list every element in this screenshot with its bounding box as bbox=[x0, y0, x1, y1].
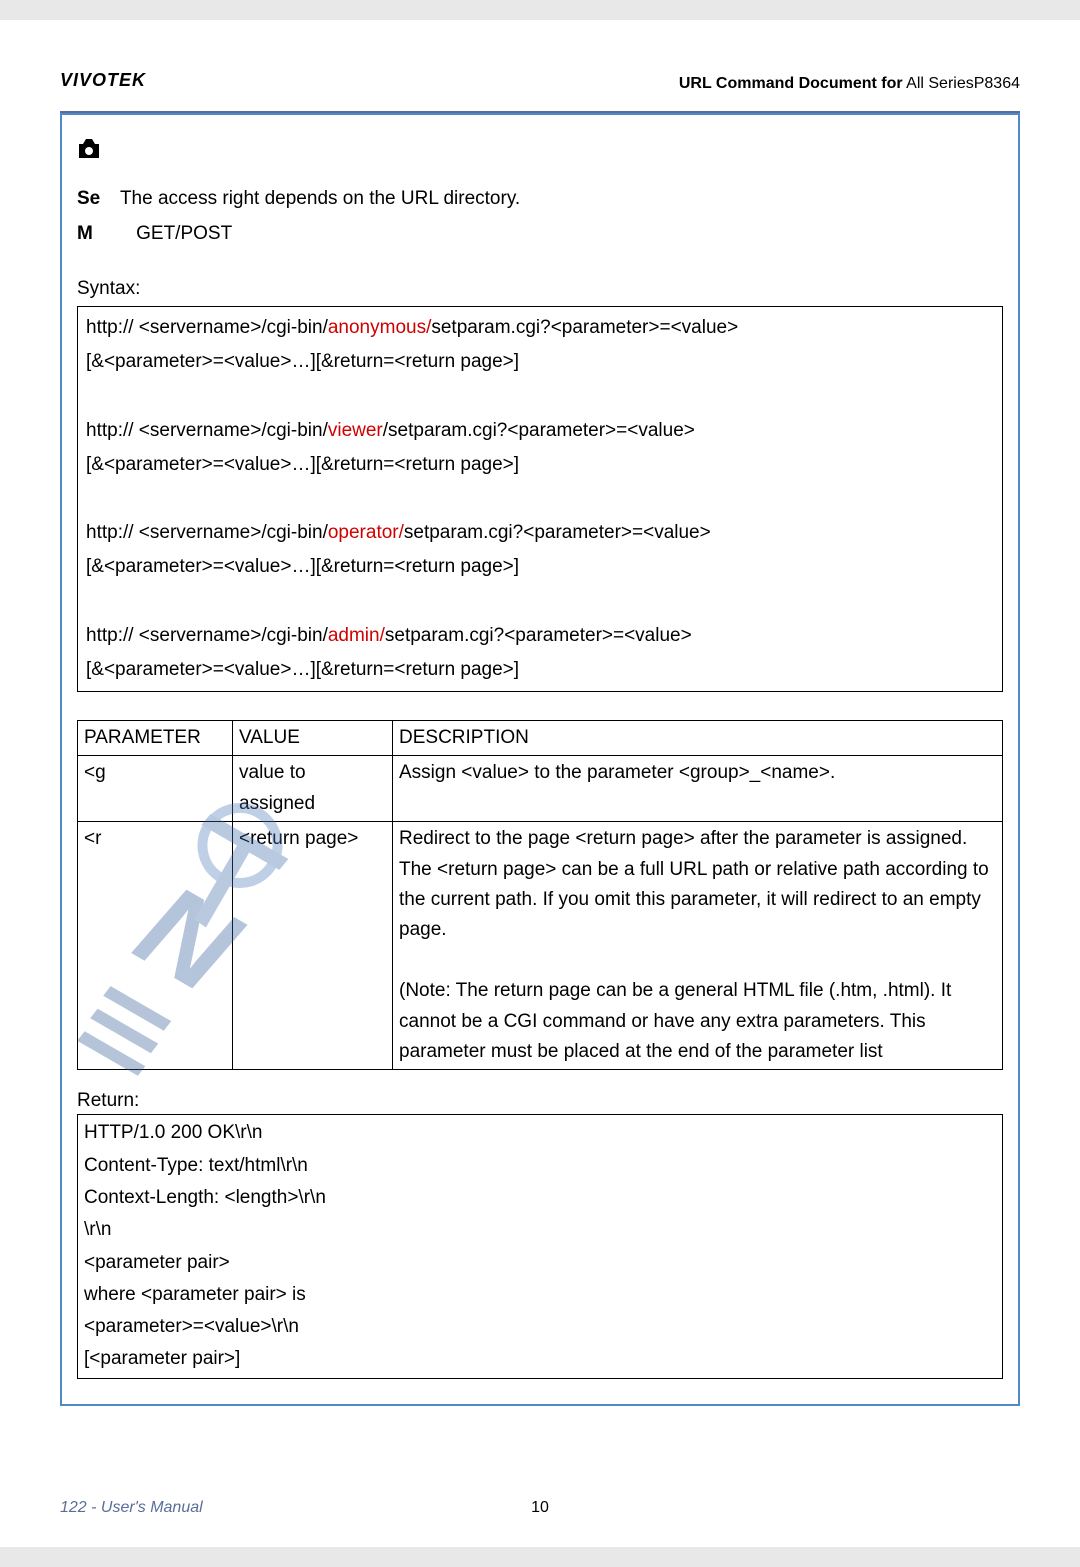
table-row: <r <return page> Redirect to the page <r… bbox=[78, 822, 1003, 1070]
parameter-table: PARAMETER VALUE DESCRIPTION <g value to … bbox=[77, 720, 1003, 1070]
syntax-tail: [&<parameter>=<value>…][&return=<return … bbox=[86, 556, 519, 577]
table-row: <g value to assigned Assign <value> to t… bbox=[78, 756, 1003, 822]
cell-value: <return page> bbox=[233, 822, 393, 1070]
syntax-text: http:// <servername>/cgi-bin/ bbox=[86, 317, 328, 338]
role-operator: operator/ bbox=[328, 522, 404, 543]
syntax-text: setparam.cgi?<parameter>=<value> bbox=[385, 625, 692, 646]
header-prefix: URL Command Document for bbox=[679, 75, 903, 92]
syntax-text: http:// <servername>/cgi-bin/ bbox=[86, 522, 328, 543]
syntax-line: http:// <servername>/cgi-bin/operator/se… bbox=[86, 516, 994, 584]
page-footer: 122 - User's Manual 10 bbox=[60, 1499, 1020, 1517]
return-label: Return: bbox=[77, 1090, 1003, 1112]
cell-param: <g bbox=[78, 756, 233, 822]
cell-desc: Assign <value> to the parameter <group>_… bbox=[393, 756, 1003, 822]
footer-page-num: 10 bbox=[60, 1499, 1020, 1517]
table-header-row: PARAMETER VALUE DESCRIPTION bbox=[78, 721, 1003, 756]
header-series: All SeriesP8364 bbox=[903, 75, 1020, 92]
col-parameter: PARAMETER bbox=[78, 721, 233, 756]
method-line: M GET/POST bbox=[77, 220, 1003, 249]
col-description: DESCRIPTION bbox=[393, 721, 1003, 756]
return-line: <parameter>=<value>\r\n bbox=[84, 1311, 996, 1343]
return-line: where <parameter pair> is bbox=[84, 1279, 996, 1311]
return-line: <parameter pair> bbox=[84, 1247, 996, 1279]
cell-desc: Redirect to the page <return page> after… bbox=[393, 822, 1003, 1070]
return-line: Content-Type: text/html\r\n bbox=[84, 1150, 996, 1182]
syntax-tail: [&<parameter>=<value>…][&return=<return … bbox=[86, 454, 519, 475]
cell-value: value to assigned bbox=[233, 756, 393, 822]
syntax-line: http:// <servername>/cgi-bin/viewer/setp… bbox=[86, 414, 994, 482]
return-line: \r\n bbox=[84, 1214, 996, 1246]
security-note-line: Se The access right depends on the URL d… bbox=[77, 185, 1003, 214]
syntax-label: Syntax: bbox=[77, 278, 1003, 300]
method-value: GET/POST bbox=[136, 223, 232, 244]
syntax-text: setparam.cgi?<parameter>=<value> bbox=[404, 522, 711, 543]
document-page: VIVOTEK URL Command Document for All Ser… bbox=[0, 20, 1080, 1547]
header-subtitle: URL Command Document for All SeriesP8364 bbox=[60, 75, 1020, 93]
return-line: HTTP/1.0 200 OK\r\n bbox=[84, 1117, 996, 1149]
return-line: Context-Length: <length>\r\n bbox=[84, 1182, 996, 1214]
role-anonymous: anonymous/ bbox=[328, 317, 432, 338]
syntax-text: /setparam.cgi?<parameter>=<value> bbox=[383, 420, 695, 441]
syntax-tail: [&<parameter>=<value>…][&return=<return … bbox=[86, 351, 519, 372]
syntax-tail: [&<parameter>=<value>…][&return=<return … bbox=[86, 659, 519, 680]
return-line: [<parameter pair>] bbox=[84, 1343, 996, 1375]
syntax-line: http:// <servername>/cgi-bin/anonymous/s… bbox=[86, 311, 994, 379]
bullet-icon: Se bbox=[77, 185, 115, 214]
syntax-text: setparam.cgi?<parameter>=<value> bbox=[431, 317, 738, 338]
cell-param: <r bbox=[78, 822, 233, 1070]
role-admin: admin/ bbox=[328, 625, 385, 646]
col-value: VALUE bbox=[233, 721, 393, 756]
bullet-icon: M bbox=[77, 220, 115, 249]
return-box: HTTP/1.0 200 OK\r\n Content-Type: text/h… bbox=[77, 1114, 1003, 1378]
security-note: The access right depends on the URL dire… bbox=[120, 188, 520, 209]
content-frame: Se The access right depends on the URL d… bbox=[60, 113, 1020, 1406]
role-viewer: viewer bbox=[328, 420, 383, 441]
camera-icon bbox=[77, 135, 1003, 167]
syntax-line: http:// <servername>/cgi-bin/admin/setpa… bbox=[86, 619, 994, 687]
syntax-text: http:// <servername>/cgi-bin/ bbox=[86, 625, 328, 646]
syntax-text: http:// <servername>/cgi-bin/ bbox=[86, 420, 328, 441]
syntax-box: http:// <servername>/cgi-bin/anonymous/s… bbox=[77, 306, 1003, 692]
